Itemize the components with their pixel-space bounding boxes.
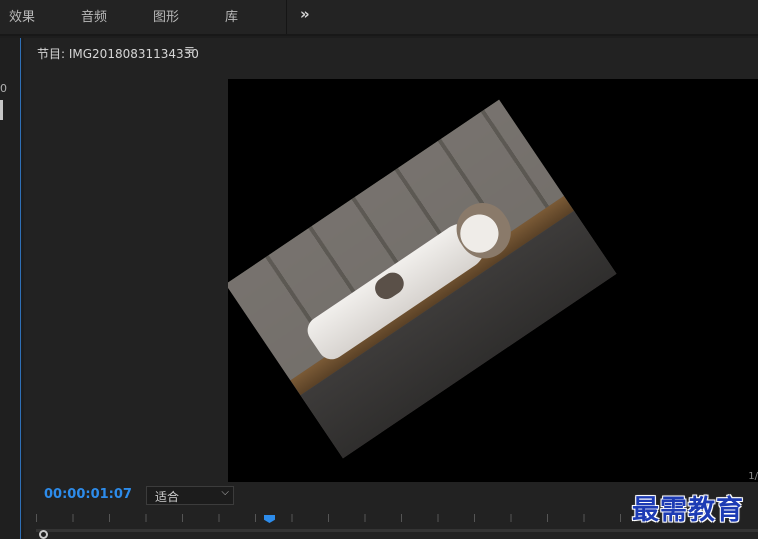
- tab-effects[interactable]: 效果: [9, 6, 35, 25]
- tab-audio[interactable]: 音频: [81, 6, 107, 25]
- left-panel: 0: [0, 38, 21, 539]
- panel-menu-icon[interactable]: ≡: [184, 43, 195, 58]
- left-panel-slider-thumb[interactable]: [0, 100, 3, 120]
- rotated-video-frame: [228, 99, 617, 459]
- playhead-timecode[interactable]: 00:00:01:07: [44, 487, 132, 502]
- workspace-tab-bar: 效果 音频 图形 库 »: [0, 0, 758, 36]
- zoom-level-value: 适合: [155, 490, 180, 504]
- tab-divider: [286, 0, 287, 34]
- chevron-down-icon: ⌵: [221, 487, 229, 498]
- zoom-level-dropdown[interactable]: 适合 ⌵: [146, 486, 234, 505]
- left-panel-value: 0: [0, 82, 7, 95]
- video-preview[interactable]: [228, 79, 758, 482]
- resolution-dropdown[interactable]: 1/: [748, 471, 758, 482]
- overflow-menu-icon[interactable]: »: [300, 5, 310, 23]
- zoom-scrollbar[interactable]: [36, 529, 758, 532]
- panel-title[interactable]: 节目: IMG20180831134330: [37, 45, 199, 62]
- program-monitor-panel: 节目: IMG20180831134330 ≡ 00:00:01:07 适合 ⌵…: [24, 38, 758, 539]
- panel-header: 节目: IMG20180831134330 ≡: [24, 38, 758, 66]
- watermark-logo: 最需教育: [632, 495, 744, 526]
- tab-graphics[interactable]: 图形: [153, 6, 179, 25]
- tab-libraries[interactable]: 库: [225, 6, 238, 25]
- zoom-scrollbar-handle[interactable]: [39, 530, 48, 539]
